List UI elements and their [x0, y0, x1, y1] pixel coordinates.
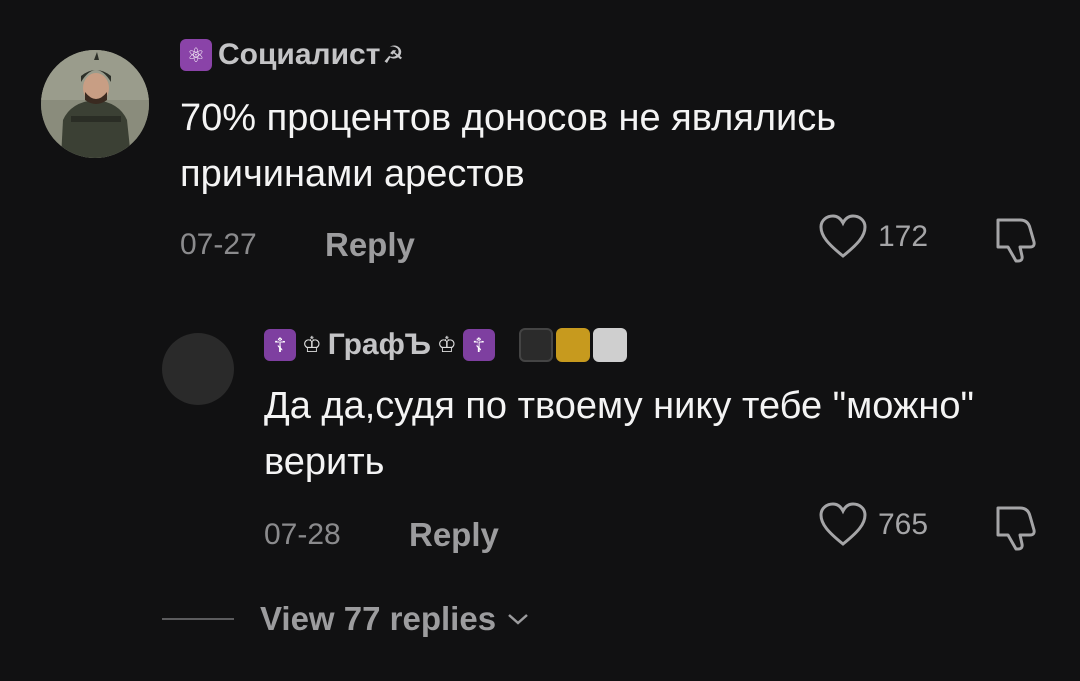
avatar[interactable]	[162, 333, 234, 405]
flag-squares	[518, 328, 627, 362]
black-square-icon	[518, 328, 553, 362]
orthodox-cross-icon: ☦	[462, 329, 495, 361]
comment-text: 70% процентов доносов не являлись причин…	[180, 97, 837, 195]
avatar[interactable]	[41, 50, 149, 158]
heart-icon	[819, 502, 867, 546]
orthodox-cross-icon: ☦	[264, 329, 296, 361]
yellow-square-icon	[555, 328, 590, 362]
like-button[interactable]: 765	[818, 502, 928, 548]
avatar-image	[41, 50, 149, 158]
username[interactable]: Социалист	[218, 38, 380, 72]
atom-icon: ⚛	[180, 39, 212, 71]
comment-2: ☦ ♔ ГрафЪ ♔ ☦ Да да,судя по твоему нику …	[0, 300, 1080, 590]
reply-button[interactable]: Reply	[325, 226, 415, 264]
like-count: 172	[878, 220, 929, 253]
crown-icon: ♔	[302, 332, 322, 357]
dislike-icon[interactable]	[990, 502, 1040, 552]
hammer-sickle-icon: ☭	[382, 41, 404, 69]
comment-meta: 07-27 Reply	[180, 226, 415, 264]
heart-icon	[819, 214, 867, 258]
like-count: 765	[878, 508, 929, 541]
username[interactable]: ГрафЪ	[328, 328, 431, 362]
like-button[interactable]: 172	[818, 214, 928, 260]
reply-button[interactable]: Reply	[409, 516, 499, 554]
white-square-icon	[592, 328, 627, 362]
view-replies-button[interactable]: View 77 replies	[162, 600, 530, 638]
divider-line	[162, 618, 234, 620]
dislike-icon[interactable]	[990, 214, 1040, 264]
comment-meta: 07-28 Reply	[264, 516, 499, 554]
comment-date: 07-28	[264, 518, 341, 551]
view-replies-label: View 77 replies	[260, 600, 497, 637]
comment-text: Да да,судя по твоему нику тебе "можно" в…	[264, 385, 975, 483]
comment-date: 07-27	[180, 228, 257, 261]
comment-author[interactable]: ⚛ Социалист ☭	[180, 38, 404, 72]
comment-author[interactable]: ☦ ♔ ГрафЪ ♔ ☦	[264, 328, 627, 362]
crown-icon: ♔	[436, 332, 457, 357]
comment-1: ⚛ Социалист ☭ 70% процентов доносов не я…	[0, 0, 1080, 300]
chevron-down-icon	[508, 614, 528, 625]
